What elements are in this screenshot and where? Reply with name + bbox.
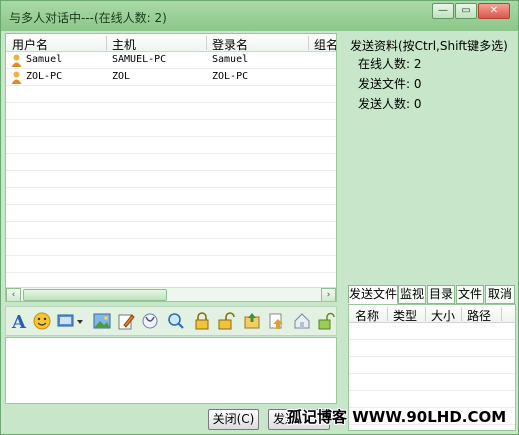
upload-icon[interactable]	[242, 311, 262, 331]
tab-cancel[interactable]: 取消	[485, 285, 515, 304]
user-list-header: 用户名 主机 登录名 组名	[6, 34, 336, 53]
file-upload-icon[interactable]	[266, 311, 286, 331]
edit-icon[interactable]	[116, 311, 136, 331]
empty-row	[6, 86, 336, 103]
column-type[interactable]: 类型	[393, 307, 417, 324]
maximize-button[interactable]: ▭	[455, 3, 477, 19]
minimize-button[interactable]: —	[432, 3, 454, 19]
home-icon[interactable]	[292, 311, 312, 331]
empty-row	[6, 205, 336, 222]
column-size[interactable]: 大小	[431, 307, 455, 324]
scroll-left-button[interactable]: ‹	[6, 288, 21, 301]
user-row[interactable]: Samuel SAMUEL-PC Samuel	[6, 52, 336, 69]
user-icon	[11, 71, 22, 84]
online-count: 在线人数: 2	[358, 57, 422, 71]
empty-row	[6, 171, 336, 188]
unlock-icon[interactable]	[216, 311, 236, 331]
image-icon[interactable]	[92, 311, 112, 331]
emoji-icon[interactable]	[32, 311, 52, 331]
user-icon	[11, 54, 22, 67]
user-login: Samuel	[212, 54, 249, 65]
tab-directory[interactable]: 目录	[427, 285, 455, 304]
scroll-thumb[interactable]	[23, 289, 167, 301]
column-host[interactable]: 主机	[112, 36, 136, 53]
user-host: ZOL	[112, 71, 131, 82]
user-username: ZOL-PC	[26, 71, 63, 82]
send-info-header: 发送资料(按Ctrl,Shift键多选)	[350, 39, 508, 53]
empty-row	[349, 340, 515, 357]
send-people-count: 发送人数: 0	[358, 97, 422, 111]
screen-dropdown-icon[interactable]	[56, 311, 84, 331]
empty-row	[6, 154, 336, 171]
file-list-header: 名称 类型 大小 路径	[349, 305, 515, 324]
file-tabs: 发送文件 监视 目录 文件 取消	[348, 285, 516, 304]
empty-row	[6, 188, 336, 205]
empty-row	[6, 239, 336, 256]
empty-row	[6, 120, 336, 137]
empty-row	[6, 256, 336, 273]
column-login[interactable]: 登录名	[212, 36, 248, 53]
empty-row	[6, 137, 336, 154]
send-files-count: 发送文件: 0	[358, 77, 422, 91]
empty-row	[349, 323, 515, 340]
column-group[interactable]: 组名	[314, 36, 336, 53]
tab-send-file[interactable]: 发送文件	[348, 285, 398, 304]
window-title: 与多人对话中---(在线人数: 2)	[9, 11, 167, 25]
svg-text:A: A	[11, 312, 27, 331]
magnifier-icon[interactable]	[166, 311, 186, 331]
watermark-text: 孤记博客 WWW.90LHD.COM	[287, 408, 507, 426]
tab-monitor[interactable]: 监视	[398, 285, 426, 304]
font-icon[interactable]: A	[10, 311, 30, 331]
user-host: SAMUEL-PC	[112, 54, 167, 65]
scroll-right-button[interactable]: ›	[321, 288, 336, 301]
chat-window: 与多人对话中---(在线人数: 2) — ▭ ✕ 用户名 主机 登录名 组名 S…	[0, 0, 519, 435]
user-login: ZOL-PC	[212, 71, 249, 82]
horizontal-scrollbar[interactable]: ‹ ›	[6, 287, 336, 301]
user-row[interactable]: ZOL-PC ZOL ZOL-PC	[6, 69, 336, 86]
empty-row	[349, 374, 515, 391]
open-lock-icon[interactable]	[316, 311, 336, 331]
column-name[interactable]: 名称	[355, 307, 379, 324]
message-input[interactable]	[5, 337, 337, 404]
lock-icon[interactable]	[192, 311, 212, 331]
title-bar[interactable]: 与多人对话中---(在线人数: 2) — ▭ ✕	[1, 1, 518, 31]
column-username[interactable]: 用户名	[12, 36, 48, 53]
user-list[interactable]: 用户名 主机 登录名 组名 Samuel SAMUEL-PC Samuel ZO…	[5, 33, 337, 302]
tab-file[interactable]: 文件	[456, 285, 484, 304]
empty-row	[349, 357, 515, 374]
user-username: Samuel	[26, 54, 63, 65]
close-button[interactable]: 关闭(C)	[208, 409, 259, 430]
format-toolbar: A	[5, 306, 337, 336]
empty-row	[6, 222, 336, 239]
send-info-panel: 发送资料(按Ctrl,Shift键多选) 在线人数: 2 发送文件: 0 发送人…	[343, 33, 517, 281]
empty-row	[6, 103, 336, 120]
close-window-button[interactable]: ✕	[478, 3, 510, 19]
column-path[interactable]: 路径	[467, 307, 491, 324]
stethoscope-icon[interactable]	[140, 311, 160, 331]
